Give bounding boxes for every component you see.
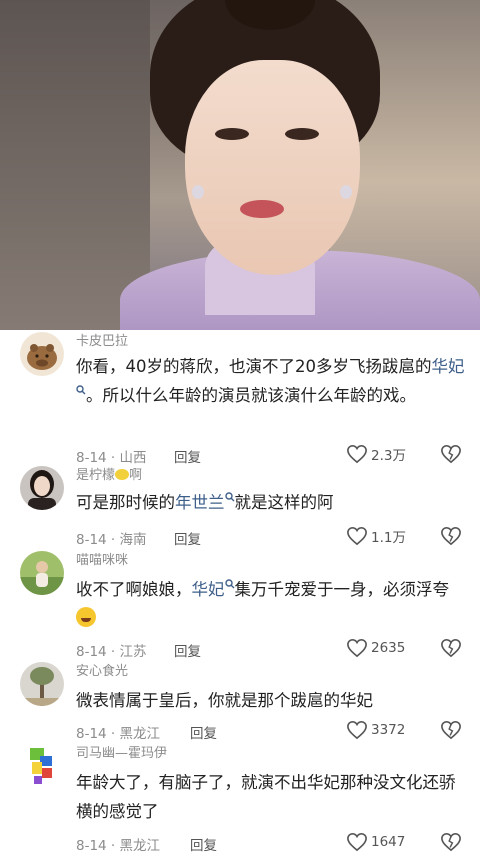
video-frame[interactable] [0, 0, 480, 330]
video-earring-left [192, 185, 204, 199]
avatar[interactable] [20, 332, 64, 376]
avatar[interactable] [20, 744, 64, 788]
video-eye-left [215, 128, 249, 140]
heart-icon [347, 832, 367, 852]
reply-button[interactable]: 回复 [190, 722, 217, 742]
comment-text-part: 可是那时候的 [76, 493, 175, 512]
comment-date: 8-14 [76, 644, 107, 660]
comment-text-part: 你看，40岁的蒋欣，也演不了20多岁飞扬跋扈的 [76, 357, 432, 376]
broken-heart-icon [441, 638, 461, 658]
like-button[interactable]: 1.1万 [346, 526, 406, 546]
comment-date: 8-14 [76, 726, 107, 742]
comment-text-part: 收不了啊娘娘， [76, 580, 192, 599]
colorful-blocks-avatar-icon [20, 744, 64, 788]
avatar[interactable] [20, 466, 64, 510]
like-button[interactable]: 3372 [346, 720, 405, 740]
heart-icon [347, 444, 367, 464]
video-background-left [0, 0, 150, 330]
avatar[interactable] [20, 662, 64, 706]
broken-heart-icon [441, 720, 461, 740]
like-count: 2.3万 [371, 448, 406, 464]
search-icon [224, 492, 234, 502]
comment-text: 收不了啊娘娘，华妃 集万千宠爱于一身，必须浮夸 [76, 575, 466, 633]
comment-location: 江苏 [119, 644, 147, 660]
reply-button[interactable]: 回复 [174, 446, 201, 466]
comment-text-part: 集万千宠爱于一身，必须浮夸 [234, 580, 450, 599]
like-button[interactable]: 2.3万 [346, 444, 406, 464]
comment-meta: 8-14 · 黑龙江 [76, 726, 161, 742]
comment-location: 海南 [119, 532, 147, 548]
comment-date: 8-14 [76, 532, 107, 548]
comment-text: 微表情属于皇后，你就是那个跋扈的华妃 [76, 691, 373, 710]
search-link-label: 年世兰 [175, 493, 225, 512]
comment-username[interactable]: 司马幽—霍玛伊 [76, 742, 167, 761]
comment-location: 黑龙江 [119, 838, 161, 854]
comment-username[interactable]: 喵喵咪咪 [76, 549, 128, 568]
comment-text: 你看，40岁的蒋欣，也演不了20多岁飞扬跋扈的华妃。所以什么年龄的演员就该演什么… [76, 352, 466, 410]
dislike-button[interactable] [440, 526, 462, 550]
username-part: 是柠檬 [76, 468, 116, 483]
like-count: 3372 [371, 722, 406, 738]
like-button[interactable]: 2635 [346, 638, 405, 658]
comment-meta: 8-14 · 山西 [76, 450, 147, 466]
user-photo-avatar-icon [20, 551, 64, 595]
dislike-button[interactable] [440, 444, 462, 468]
reply-button[interactable]: 回复 [174, 528, 201, 548]
grin-emoji-icon [76, 607, 96, 627]
comment-meta: 8-14 · 黑龙江 [76, 838, 161, 854]
tree-avatar-icon [20, 662, 64, 706]
comment-text: 可是那时候的年世兰 就是这样的阿 [76, 488, 466, 517]
comment-username[interactable]: 卡皮巴拉 [76, 330, 128, 349]
reply-button[interactable]: 回复 [190, 834, 217, 854]
like-count: 1.1万 [371, 530, 406, 546]
comment-username[interactable]: 安心食光 [76, 660, 128, 679]
capybara-avatar-icon [20, 332, 64, 376]
broken-heart-icon [441, 832, 461, 852]
search-link-label: 华妃 [431, 357, 465, 376]
reply-button[interactable]: 回复 [174, 640, 201, 660]
search-icon [224, 579, 234, 589]
like-count: 2635 [371, 640, 406, 656]
user-photo-avatar-icon [20, 466, 64, 510]
comment-location: 黑龙江 [119, 726, 161, 742]
dislike-button[interactable] [440, 832, 462, 856]
search-link-label: 华妃 [191, 580, 225, 599]
comment-text-part: 就是这样的阿 [234, 493, 334, 512]
comment-text-part: 。所以什么年龄的演员就该演什么年龄的戏。 [86, 386, 416, 405]
search-link[interactable]: 华妃 [191, 579, 235, 599]
username-part: 啊 [129, 468, 143, 483]
heart-icon [347, 526, 367, 546]
comment-text: 年龄大了，有脑子了，就演不出华妃那种没文化还骄横的感觉了 [76, 773, 456, 821]
video-lips [240, 200, 284, 218]
comment-date: 8-14 [76, 838, 107, 854]
broken-heart-icon [441, 526, 461, 546]
broken-heart-icon [441, 444, 461, 464]
search-icon [76, 385, 86, 395]
dislike-button[interactable] [440, 720, 462, 744]
like-count: 1647 [371, 834, 406, 850]
heart-icon [347, 720, 367, 740]
comment-meta: 8-14 · 江苏 [76, 644, 147, 660]
comment-meta: 8-14 · 海南 [76, 532, 147, 548]
search-link[interactable]: 年世兰 [175, 492, 235, 512]
like-button[interactable]: 1647 [346, 832, 405, 852]
video-earring-right [340, 185, 352, 199]
video-face [185, 60, 360, 275]
video-eye-right [285, 128, 319, 140]
lemon-icon [115, 469, 130, 480]
avatar[interactable] [20, 551, 64, 595]
heart-icon [347, 638, 367, 658]
dislike-button[interactable] [440, 638, 462, 662]
comment-username[interactable]: 是柠檬啊 [76, 464, 142, 483]
